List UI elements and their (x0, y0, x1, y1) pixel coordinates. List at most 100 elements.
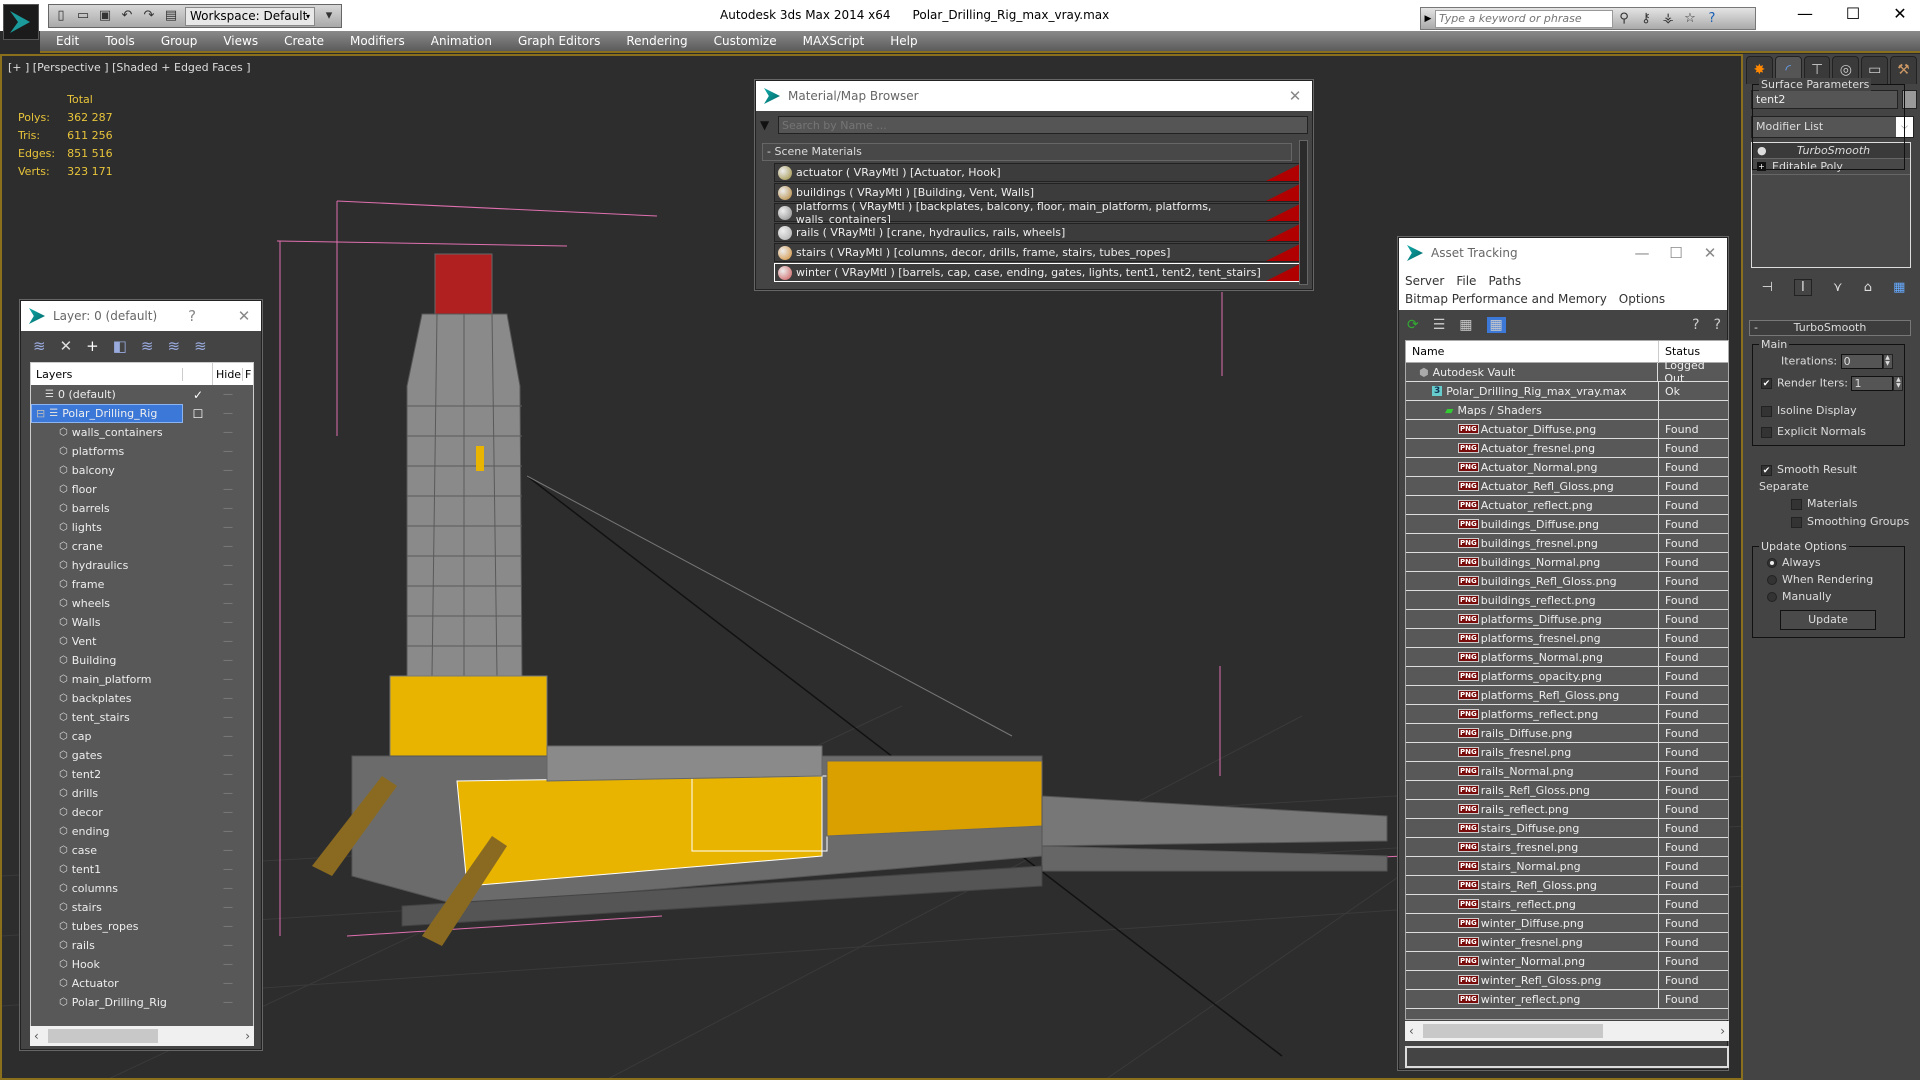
hide-toggle[interactable]: — (213, 769, 243, 780)
hide-toggle[interactable]: — (213, 693, 243, 704)
materials-checkbox[interactable] (1791, 498, 1802, 510)
asset-row[interactable]: PNG buildings_fresnel.png Found (1406, 533, 1728, 553)
layer-object-row[interactable]: ⬡ barrels — (31, 499, 253, 518)
layer-object-row[interactable]: ⬡ ending — (31, 822, 253, 841)
hide-toggle[interactable]: — (213, 408, 243, 419)
close-button[interactable]: ✕ (1693, 244, 1727, 262)
layer-object-row[interactable]: ⬡ cap — (31, 727, 253, 746)
asset-row[interactable]: PNG platforms_Normal.png Found (1406, 647, 1728, 667)
asset-row[interactable]: PNG winter_Normal.png Found (1406, 951, 1728, 971)
layer-object-row[interactable]: ⬡ main_platform — (31, 670, 253, 689)
asset-row[interactable]: PNG buildings_Diffuse.png Found (1406, 514, 1728, 534)
asset-row[interactable]: PNG stairs_Refl_Gloss.png Found (1406, 875, 1728, 895)
menu-maxscript[interactable]: MAXScript (803, 34, 865, 48)
layer-object-row[interactable]: ⬡ Polar_Drilling_Rig — (31, 993, 253, 1012)
hide-toggle[interactable]: — (213, 503, 243, 514)
layer-object-row[interactable]: ⬡ tent1 — (31, 860, 253, 879)
hide-toggle[interactable]: — (213, 712, 243, 723)
asset-row[interactable]: PNG Actuator_fresnel.png Found (1406, 438, 1728, 458)
layer-object-row[interactable]: ⬡ decor — (31, 803, 253, 822)
column-layers[interactable]: Layers (31, 367, 183, 381)
hide-toggle[interactable]: — (213, 845, 243, 856)
open-file-icon[interactable]: ▭ (75, 8, 91, 24)
asset-menu-file[interactable]: File (1456, 272, 1476, 290)
utilities-tab-icon[interactable]: ⚒ (1890, 56, 1917, 84)
layer-row[interactable]: ☰ 0 (default) ✓ — (31, 385, 253, 404)
menu-tools[interactable]: Tools (105, 34, 135, 48)
menu-animation[interactable]: Animation (431, 34, 492, 48)
column-status[interactable]: Status (1659, 345, 1700, 358)
thumbnail-view-icon[interactable]: ▦ (1459, 317, 1472, 333)
star-icon[interactable]: ☆ (1679, 11, 1701, 26)
layer-object-row[interactable]: ⬡ hydraulics — (31, 556, 253, 575)
hide-toggle[interactable]: — (213, 978, 243, 989)
asset-menu-server[interactable]: Server (1405, 272, 1444, 290)
asset-row[interactable]: PNG platforms_reflect.png Found (1406, 704, 1728, 724)
scroll-left-icon[interactable]: ‹ (34, 1029, 39, 1043)
hide-toggle[interactable]: — (213, 997, 243, 1008)
menu-graph-editors[interactable]: Graph Editors (518, 34, 600, 48)
asset-row[interactable]: PNG buildings_Normal.png Found (1406, 552, 1728, 572)
layer-object-row[interactable]: ⬡ gates — (31, 746, 253, 765)
current-layer-toggle[interactable]: ☐ (183, 407, 213, 421)
asset-row[interactable]: PNG Actuator_Refl_Gloss.png Found (1406, 476, 1728, 496)
asset-row[interactable]: PNG platforms_Refl_Gloss.png Found (1406, 685, 1728, 705)
search-by-name-input[interactable] (778, 116, 1308, 134)
asset-row[interactable]: PNG platforms_Diffuse.png Found (1406, 609, 1728, 629)
binoculars-icon[interactable]: ⚲ (1613, 11, 1635, 26)
asset-row[interactable]: PNG stairs_reflect.png Found (1406, 894, 1728, 914)
refresh-icon[interactable]: ⟳ (1407, 317, 1419, 333)
minimize-button[interactable]: — (1625, 244, 1659, 262)
scroll-right-icon[interactable]: › (1720, 1024, 1725, 1038)
add-to-layer-icon[interactable]: + (86, 337, 99, 355)
hide-toggle[interactable]: — (213, 598, 243, 609)
asset-row[interactable]: PNG platforms_opacity.png Found (1406, 666, 1728, 686)
vault-help-icon[interactable]: ? (1692, 317, 1699, 333)
layer-object-row[interactable]: ⬡ balcony — (31, 461, 253, 480)
hide-toggle[interactable]: — (213, 655, 243, 666)
asset-row[interactable]: PNG winter_reflect.png Found (1406, 989, 1728, 1009)
hide-toggle[interactable]: — (213, 921, 243, 932)
layer-row[interactable]: ⊟ ☰ Polar_Drilling_Rig ☐ — (31, 404, 253, 423)
scroll-left-icon[interactable]: ‹ (1409, 1024, 1414, 1038)
delete-layer-icon[interactable]: ✕ (60, 337, 73, 355)
asset-row[interactable]: PNG winter_Refl_Gloss.png Found (1406, 970, 1728, 990)
layer-object-row[interactable]: ⬡ floor — (31, 480, 253, 499)
asset-menu-options[interactable]: Options (1619, 290, 1665, 308)
radio-button[interactable] (1767, 592, 1777, 602)
layer-object-row[interactable]: ⬡ lights — (31, 518, 253, 537)
layer-object-row[interactable]: ⬡ crane — (31, 537, 253, 556)
layer-object-row[interactable]: ⬡ frame — (31, 575, 253, 594)
render-iters-spinner[interactable]: 1 (1851, 376, 1894, 391)
material-item[interactable]: actuator ( VRayMtl ) [Actuator, Hook] (774, 163, 1301, 182)
hide-toggle[interactable]: — (213, 940, 243, 951)
hide-toggle[interactable]: — (213, 902, 243, 913)
layer-object-row[interactable]: ⬡ Walls — (31, 613, 253, 632)
isoline-checkbox[interactable] (1761, 405, 1772, 417)
hide-toggle[interactable]: — (213, 826, 243, 837)
asset-horizontal-scrollbar[interactable]: ‹ › (1405, 1021, 1729, 1041)
pin-stack-icon[interactable]: ⊣ (1762, 280, 1773, 295)
layer-object-row[interactable]: ⬡ columns — (31, 879, 253, 898)
freeze-all-icon[interactable]: ≋ (194, 337, 207, 355)
iterations-spinner[interactable]: 0 (1840, 354, 1883, 369)
render-iters-checkbox[interactable]: ✔ (1761, 378, 1772, 389)
asset-row[interactable]: 3 Polar_Drilling_Rig_max_vray.max Ok (1406, 381, 1728, 401)
hide-toggle[interactable]: — (213, 883, 243, 894)
layer-object-row[interactable]: ⬡ tent_stairs — (31, 708, 253, 727)
hide-toggle[interactable]: — (213, 446, 243, 457)
menu-customize[interactable]: Customize (714, 34, 777, 48)
help-button[interactable]: ? (175, 307, 209, 325)
options-menu-icon[interactable]: ▼ (760, 118, 778, 132)
asset-row[interactable]: ▰ Maps / Shaders (1406, 400, 1728, 420)
hide-toggle[interactable]: — (213, 788, 243, 799)
layer-object-row[interactable]: ⬡ Hook — (31, 955, 253, 974)
viewport-label[interactable]: [+ ] [Perspective ] [Shaded + Edged Face… (8, 61, 251, 74)
spinner-arrows-icon[interactable]: ▲ ▼ (1893, 376, 1904, 391)
menu-views[interactable]: Views (223, 34, 258, 48)
key-icon[interactable]: ⚷ (1635, 11, 1657, 26)
material-item[interactable]: rails ( VRayMtl ) [crane, hydraulics, ra… (774, 223, 1301, 242)
hide-toggle[interactable]: — (213, 560, 243, 571)
hide-all-icon[interactable]: ≋ (168, 337, 181, 355)
asset-row[interactable]: PNG rails_Refl_Gloss.png Found (1406, 780, 1728, 800)
